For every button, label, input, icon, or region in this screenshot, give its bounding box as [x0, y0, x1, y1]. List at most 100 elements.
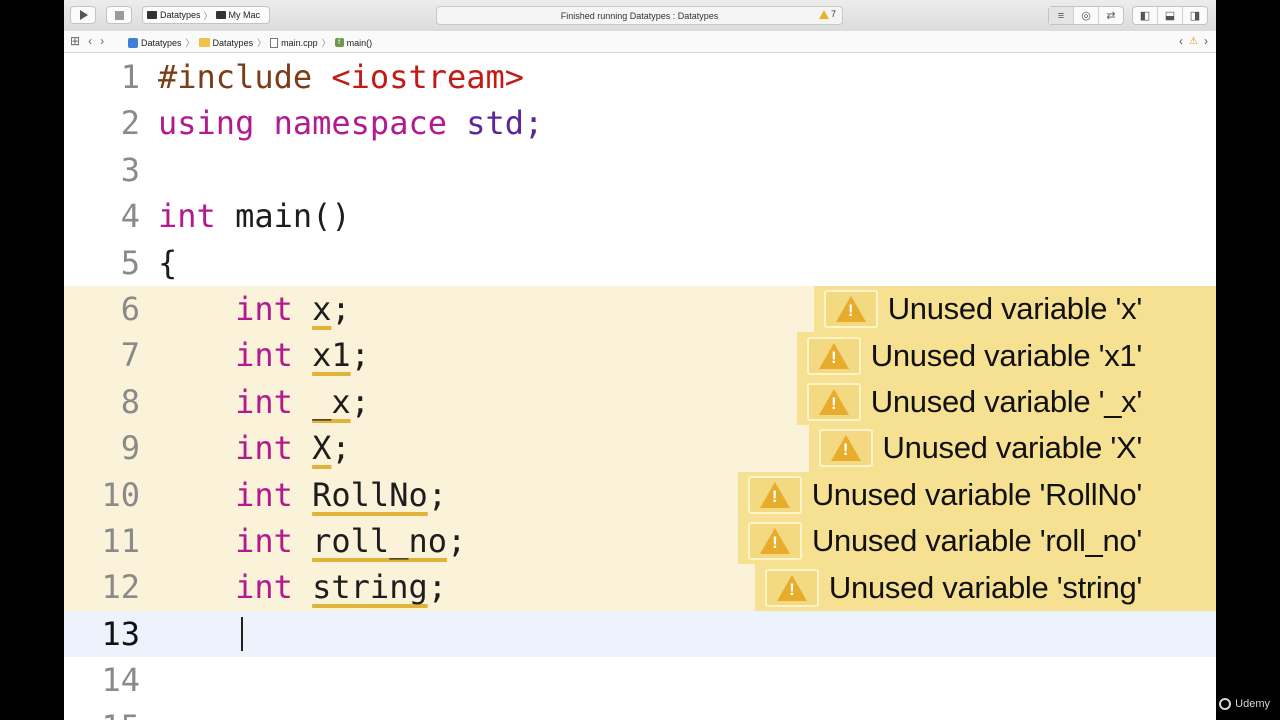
variable-name: _x [312, 382, 351, 421]
code-line[interactable]: 15 [64, 704, 1216, 720]
grid-icon[interactable]: ⊞ [70, 34, 80, 48]
line-number: 1 [120, 58, 140, 96]
code-text: int X; [158, 425, 351, 471]
variable-name: string [312, 568, 428, 607]
stop-button[interactable] [106, 6, 132, 24]
app-icon [147, 11, 157, 19]
watermark-text: Udemy [1235, 698, 1270, 710]
standard-editor-button[interactable]: ≡ [1049, 7, 1074, 24]
code-text: #include <iostream> [158, 54, 524, 100]
crumb-label: main.cpp [281, 37, 318, 48]
navigator-toggle-button[interactable]: ◧ [1133, 7, 1158, 24]
code-line[interactable]: 2 using namespace std; [64, 100, 1216, 146]
breadcrumb: Datatypes 〉 Datatypes 〉 main.cpp 〉 f mai… [128, 36, 372, 49]
warning-icon: ! [747, 522, 802, 561]
warning-count: 7 [830, 9, 836, 19]
code-text: int string; [158, 564, 447, 610]
code-text: int x; [158, 286, 351, 332]
scheme-selector[interactable]: Datatypes 〉 My Mac [142, 6, 270, 24]
code-line-current[interactable]: 13 [64, 610, 1216, 658]
semicolon: ; [331, 290, 351, 328]
warning-annotation[interactable]: ! Unused variable 'x' [813, 286, 1216, 333]
issue-warning-icon[interactable]: ⚠ [1189, 36, 1198, 47]
scheme-target[interactable]: Datatypes [160, 10, 201, 20]
udemy-watermark: Udemy [1219, 698, 1270, 710]
line-number: 10 [101, 475, 140, 514]
scheme-device[interactable]: My Mac [229, 10, 261, 20]
assistant-editor-button[interactable]: ◎ [1074, 7, 1099, 24]
warning-annotation[interactable]: ! Unused variable '_x' [796, 378, 1216, 426]
line-number: 8 [120, 382, 140, 421]
warning-annotation[interactable]: ! Unused variable 'RollNo' [737, 471, 1216, 518]
variable-name: RollNo [312, 475, 428, 514]
warning-message: Unused variable 'X' [882, 430, 1143, 466]
chevron-right-icon: 〉 [321, 38, 331, 48]
forward-button[interactable]: › [100, 34, 104, 48]
warning-message: Unused variable 'RollNo' [811, 476, 1143, 512]
warning-icon [818, 9, 829, 19]
code-line-warning[interactable]: 11 int roll_no; ! Unused variable 'roll_… [64, 518, 1216, 565]
line-number: 3 [120, 150, 140, 189]
crumb-project[interactable]: Datatypes [128, 37, 182, 48]
keyword: int [235, 568, 293, 607]
code-line-warning[interactable]: 8 int _x; ! Unused variable '_x' [64, 378, 1216, 426]
warning-icon: ! [806, 336, 861, 375]
code-line[interactable]: 1 #include <iostream> [64, 54, 1216, 100]
warning-icon: ! [747, 475, 802, 514]
line-number: 4 [120, 197, 140, 236]
code-line[interactable]: 14 [64, 657, 1216, 703]
crumb-folder[interactable]: Datatypes [198, 37, 254, 48]
line-number: 12 [101, 568, 140, 607]
version-editor-button[interactable]: ⇄ [1099, 7, 1123, 24]
warning-annotation[interactable]: ! Unused variable 'X' [808, 425, 1216, 472]
previous-issue-button[interactable]: ‹ [1179, 34, 1183, 48]
warning-indicator[interactable]: 7 [818, 9, 836, 19]
stop-icon [114, 10, 124, 20]
panel-toggle-control: ◧ ⬓ ◨ [1132, 6, 1208, 25]
code-line[interactable]: 3 [64, 147, 1216, 193]
variable-name: roll_no [312, 522, 447, 560]
code-line-warning[interactable]: 10 int RollNo; ! Unused variable 'RollNo… [64, 471, 1216, 518]
code-text: int _x; [158, 379, 370, 425]
next-issue-button[interactable]: › [1204, 34, 1208, 48]
line-number: 9 [120, 429, 140, 468]
warning-annotation[interactable]: ! Unused variable 'x1' [796, 332, 1216, 379]
crumb-label: Datatypes [212, 37, 254, 48]
right-panel-icon: ◨ [1189, 10, 1201, 22]
keyword: int [235, 522, 293, 560]
warning-message: Unused variable 'string' [828, 569, 1142, 605]
utilities-toggle-button[interactable]: ◨ [1183, 7, 1207, 24]
warning-icon: ! [823, 290, 878, 329]
crumb-function[interactable]: f main() [334, 37, 373, 48]
editor-mode-control: ≡ ◎ ⇄ [1048, 6, 1124, 25]
back-button[interactable]: ‹ [88, 34, 92, 48]
debug-toggle-button[interactable]: ⬓ [1158, 7, 1183, 24]
line-number: 6 [120, 290, 140, 328]
warning-message: Unused variable 'x' [887, 291, 1143, 327]
code-line[interactable]: 5 { [64, 240, 1216, 286]
run-button[interactable] [70, 6, 96, 24]
warning-annotation[interactable]: ! Unused variable 'roll_no' [737, 518, 1216, 565]
keyword: int [235, 429, 293, 468]
code-text: int roll_no; [158, 518, 466, 564]
crumb-label: main() [346, 37, 373, 48]
code-line-warning[interactable]: 6 int x; ! Unused variable 'x' [64, 286, 1216, 333]
code-line-warning[interactable]: 12 int string; ! Unused variable 'string… [64, 564, 1216, 611]
semicolon: ; [350, 336, 370, 375]
crumb-file[interactable]: main.cpp [270, 37, 318, 48]
bottom-panel-icon: ⬓ [1164, 10, 1176, 22]
code-line-warning[interactable]: 9 int X; ! Unused variable 'X' [64, 425, 1216, 472]
text-cursor [241, 616, 243, 651]
line-number: 15 [101, 704, 140, 720]
mac-icon [215, 11, 226, 19]
activity-view: Finished running Datatypes : Datatypes 7 [436, 6, 843, 25]
warning-annotation[interactable]: ! Unused variable 'string' [754, 564, 1216, 611]
code-line-warning[interactable]: 7 int x1; ! Unused variable 'x1' [64, 332, 1216, 379]
namespace-name: std; [466, 104, 544, 143]
project-icon [128, 37, 138, 48]
code-line[interactable]: 4 int main() [64, 193, 1216, 239]
left-panel-icon: ◧ [1139, 10, 1151, 22]
keyword: int [235, 290, 293, 328]
source-editor[interactable]: 1 #include <iostream> 2 using namespace … [64, 52, 1216, 720]
keyword: int [235, 336, 293, 375]
